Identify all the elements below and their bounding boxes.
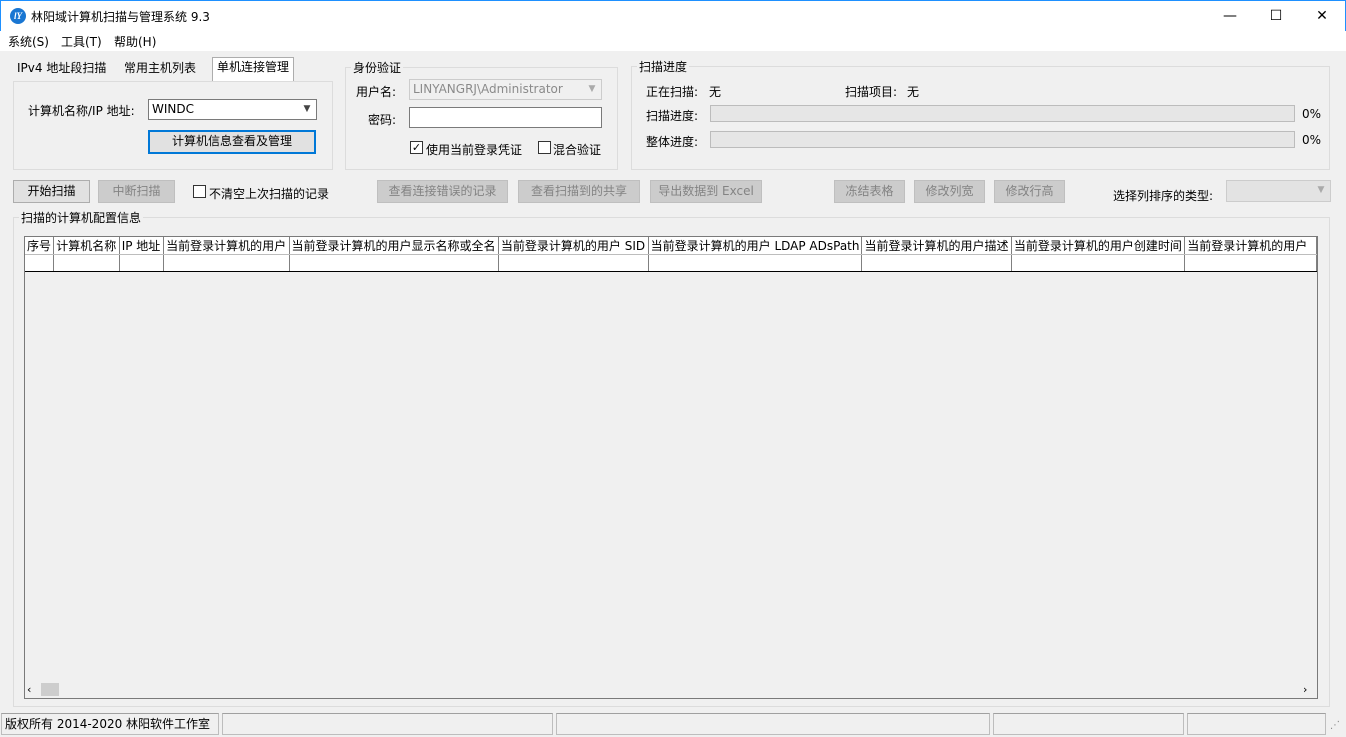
grid-header-user-created[interactable]: 当前登录计算机的用户创建时间: [1011, 237, 1186, 255]
scrollbar-thumb[interactable]: [41, 683, 59, 696]
minimize-icon[interactable]: —: [1207, 1, 1253, 32]
table-cell[interactable]: [53, 254, 120, 272]
host-combobox[interactable]: WINDC ▼: [148, 99, 317, 120]
use-current-credentials-checkbox[interactable]: ✓: [410, 141, 423, 154]
password-label: 密码:: [368, 113, 397, 127]
menu-tools[interactable]: 工具(T): [61, 33, 102, 50]
view-errors-button[interactable]: 查看连接错误的记录: [377, 180, 508, 203]
status-panel-4: [993, 713, 1184, 735]
menu-help[interactable]: 帮助(H): [114, 33, 156, 50]
status-copyright: 版权所有 2014-2020 林阳软件工作室: [1, 713, 219, 735]
table-cell[interactable]: [25, 254, 55, 272]
scan-progress-label: 扫描进度:: [646, 109, 699, 123]
scan-item-label: 扫描项目:: [845, 85, 898, 99]
horizontal-scrollbar[interactable]: ‹ ›: [25, 682, 1317, 698]
table-cell[interactable]: [163, 254, 290, 272]
grid-header-user-more[interactable]: 当前登录计算机的用户: [1184, 237, 1317, 255]
title-bar: lY 林阳域计算机扫描与管理系统 9.3 — ☐ ✕: [0, 0, 1346, 31]
close-icon[interactable]: ✕: [1299, 1, 1345, 32]
mixed-auth-checkbox[interactable]: [538, 141, 551, 154]
progress-legend: 扫描进度: [637, 58, 690, 75]
sort-type-label: 选择列排序的类型:: [1113, 189, 1214, 203]
table-cell[interactable]: [289, 254, 499, 272]
table-cell[interactable]: [498, 254, 649, 272]
resize-grip-icon[interactable]: ⋰: [1330, 720, 1340, 731]
grid-header-row: 序号 计算机名称 IP 地址 当前登录计算机的用户 当前登录计算机的用户显示名称…: [25, 237, 1317, 255]
menu-bar: 系统(S) 工具(T) 帮助(H): [0, 31, 1346, 51]
start-scan-button[interactable]: 开始扫描: [13, 180, 90, 203]
chevron-down-icon[interactable]: ▼: [585, 81, 599, 98]
scanning-value: 无: [709, 85, 722, 99]
chevron-down-icon[interactable]: ▼: [300, 101, 314, 118]
grid-header-computer-name[interactable]: 计算机名称: [53, 237, 120, 255]
grid-legend: 扫描的计算机配置信息: [19, 209, 144, 226]
table-row[interactable]: [25, 254, 1317, 272]
password-input[interactable]: [409, 107, 602, 128]
grid-header-user-display-name[interactable]: 当前登录计算机的用户显示名称或全名: [289, 237, 499, 255]
status-bar: 版权所有 2014-2020 林阳软件工作室 ⋰: [0, 712, 1346, 737]
freeze-table-button[interactable]: 冻结表格: [834, 180, 905, 203]
tab-single-connection[interactable]: 单机连接管理: [212, 57, 295, 81]
grid-header-ip[interactable]: IP 地址: [119, 237, 165, 255]
scan-progress-percent: 0%: [1302, 107, 1322, 121]
tab-ipv4-scan[interactable]: IPv4 地址段扫描: [13, 59, 110, 80]
scroll-left-icon[interactable]: ‹: [27, 683, 31, 696]
grid-header-user-ldap[interactable]: 当前登录计算机的用户 LDAP ADsPath: [648, 237, 863, 255]
username-combobox[interactable]: LINYANGRJ\Administrator ▼: [409, 79, 602, 100]
total-progress-bar: [710, 131, 1295, 148]
row-height-button[interactable]: 修改行高: [994, 180, 1065, 203]
stop-scan-button[interactable]: 中断扫描: [98, 180, 175, 203]
sort-type-combobox[interactable]: ▼: [1226, 180, 1331, 202]
export-excel-button[interactable]: 导出数据到 Excel: [650, 180, 762, 203]
grid-header-user-description[interactable]: 当前登录计算机的用户描述: [861, 237, 1012, 255]
username-value: LINYANGRJ\Administrator: [413, 82, 563, 96]
table-cell[interactable]: [1011, 254, 1186, 272]
single-host-panel: [13, 81, 333, 170]
scroll-right-icon[interactable]: ›: [1303, 683, 1307, 696]
status-panel-3: [556, 713, 990, 735]
app-logo-icon: lY: [10, 8, 26, 24]
status-panel-2: [222, 713, 553, 735]
scan-progress-bar: [710, 105, 1295, 122]
grid-table: 序号 计算机名称 IP 地址 当前登录计算机的用户 当前登录计算机的用户显示名称…: [25, 237, 1317, 272]
manage-computer-button[interactable]: 计算机信息查看及管理: [148, 130, 316, 154]
grid-header-user-sid[interactable]: 当前登录计算机的用户 SID: [498, 237, 649, 255]
scanning-label: 正在扫描:: [646, 85, 699, 99]
window-title: 林阳域计算机扫描与管理系统 9.3: [31, 10, 210, 24]
keep-records-checkbox[interactable]: [193, 185, 206, 198]
keep-records-label: 不清空上次扫描的记录: [209, 187, 330, 201]
grid-header-user[interactable]: 当前登录计算机的用户: [163, 237, 290, 255]
tab-common-hosts[interactable]: 常用主机列表: [120, 59, 200, 80]
total-progress-label: 整体进度:: [646, 135, 699, 149]
computer-config-grid[interactable]: 序号 计算机名称 IP 地址 当前登录计算机的用户 当前登录计算机的用户显示名称…: [24, 236, 1318, 699]
host-value: WINDC: [152, 102, 194, 116]
menu-system[interactable]: 系统(S): [8, 33, 49, 50]
table-cell[interactable]: [861, 254, 1012, 272]
auth-legend: 身份验证: [351, 59, 404, 76]
grid-header-index[interactable]: 序号: [25, 237, 55, 255]
username-label: 用户名:: [356, 85, 397, 99]
use-current-credentials-label: 使用当前登录凭证: [426, 143, 523, 157]
mixed-auth-label: 混合验证: [553, 143, 602, 157]
maximize-icon[interactable]: ☐: [1253, 1, 1299, 32]
chevron-down-icon[interactable]: ▼: [1314, 182, 1328, 199]
table-cell[interactable]: [1184, 254, 1317, 272]
status-panel-5: [1187, 713, 1326, 735]
host-label: 计算机名称/IP 地址:: [28, 104, 135, 118]
view-shares-button[interactable]: 查看扫描到的共享: [518, 180, 640, 203]
table-cell[interactable]: [119, 254, 165, 272]
scan-item-value: 无: [907, 85, 920, 99]
column-width-button[interactable]: 修改列宽: [914, 180, 985, 203]
table-cell[interactable]: [648, 254, 863, 272]
total-progress-percent: 0%: [1302, 133, 1322, 147]
